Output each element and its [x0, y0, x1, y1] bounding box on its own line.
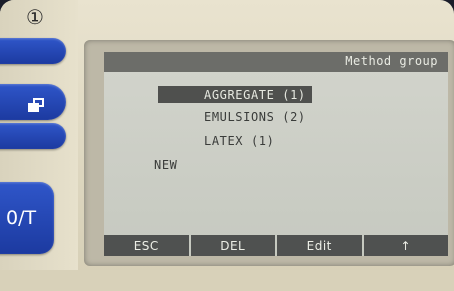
power-button[interactable]: [0, 38, 66, 64]
casing-bottom: [0, 270, 454, 291]
zero-tare-label: 0/T: [6, 207, 37, 229]
lcd-screen: Method group AGGREGATE (1) EMULSIONS (2)…: [104, 52, 448, 256]
window-icon: [28, 98, 44, 112]
esc-softkey[interactable]: ESC: [104, 235, 189, 256]
menu-item-latex[interactable]: LATEX (1): [204, 134, 274, 148]
softkey-bar: ESC DEL Edit ↑: [104, 235, 448, 256]
del-softkey[interactable]: DEL: [190, 235, 275, 256]
edit-softkey[interactable]: Edit: [277, 235, 362, 256]
screen-title-bar: Method group: [104, 52, 448, 72]
up-arrow-softkey[interactable]: ↑: [363, 235, 448, 256]
secondary-button[interactable]: [0, 123, 66, 149]
screen-title: Method group: [345, 54, 438, 68]
menu-item-emulsions[interactable]: EMULSIONS (2): [204, 110, 306, 124]
menu-item-new[interactable]: NEW: [154, 158, 177, 172]
menu-item-aggregate[interactable]: AGGREGATE (1): [158, 86, 312, 103]
power-icon: ①: [26, 5, 44, 29]
device-casing: ① 0/T Method group AGGREGATE (1) EMULSIO…: [0, 0, 454, 291]
